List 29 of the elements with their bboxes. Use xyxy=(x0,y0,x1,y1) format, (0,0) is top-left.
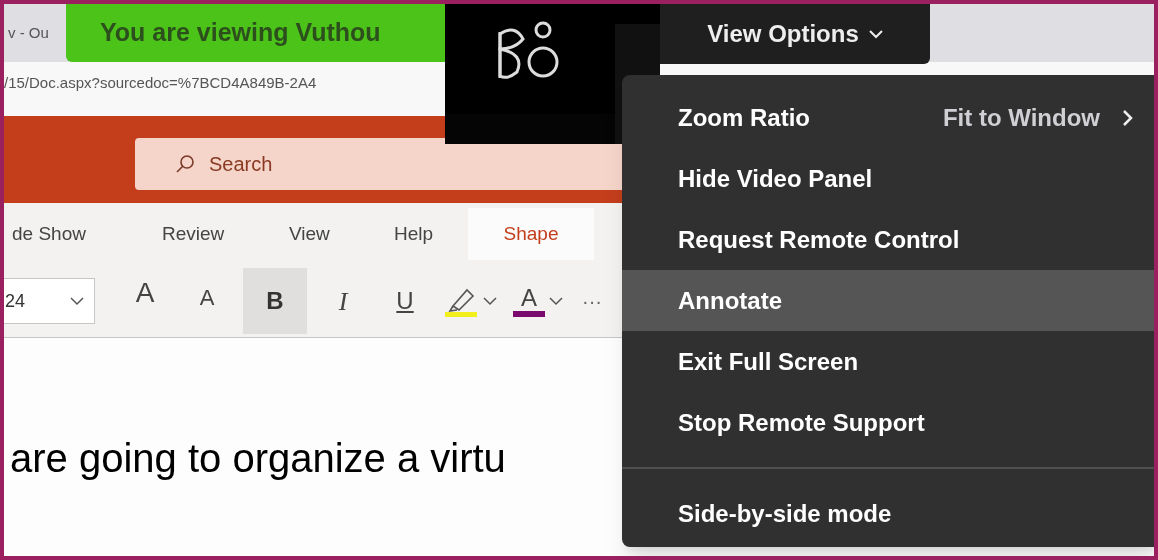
caret-icon xyxy=(549,296,563,306)
font-color-button[interactable]: A xyxy=(509,268,567,334)
menu-item-value: Fit to Window xyxy=(942,102,1100,133)
menu-item[interactable]: Request Remote Control xyxy=(622,209,1154,270)
bold-button[interactable]: B xyxy=(243,268,307,334)
caret-icon xyxy=(70,296,84,306)
slide-text: are going to organize a virtu xyxy=(10,435,507,482)
more-button[interactable]: ··· xyxy=(577,268,607,334)
ribbon-tab[interactable]: de Show xyxy=(8,208,90,260)
underline-button[interactable]: U xyxy=(379,268,431,334)
font-size-field[interactable]: 24 xyxy=(4,278,95,324)
shrink-font-button[interactable]: A xyxy=(181,268,233,334)
menu-item[interactable]: Exit Full Screen xyxy=(622,331,1154,392)
search-icon xyxy=(175,154,195,174)
grow-font-button[interactable]: A xyxy=(119,268,171,334)
italic-button[interactable]: I xyxy=(317,268,369,334)
ribbon-tab[interactable]: Shape xyxy=(468,208,594,260)
sharing-banner: You are viewing Vuthou xyxy=(66,4,448,62)
menu-item[interactable]: Stop Remote Support xyxy=(622,392,1154,453)
view-options-button[interactable]: View Options xyxy=(660,4,930,64)
caret-icon xyxy=(868,29,883,39)
browser-tab-title[interactable]: v - Ou xyxy=(8,21,49,45)
menu-item[interactable]: Side-by-side mode xyxy=(622,483,1154,544)
ribbon-tab[interactable]: Review xyxy=(158,208,229,260)
url-text[interactable]: /15/Doc.aspx?sourcedoc=%7BCD4A849B-2A4 xyxy=(4,72,317,95)
ribbon-tab[interactable]: View xyxy=(285,208,334,260)
ribbon-tab[interactable]: Help xyxy=(390,208,438,260)
caret-icon xyxy=(483,296,497,306)
menu-item[interactable]: Annotate xyxy=(622,270,1154,331)
